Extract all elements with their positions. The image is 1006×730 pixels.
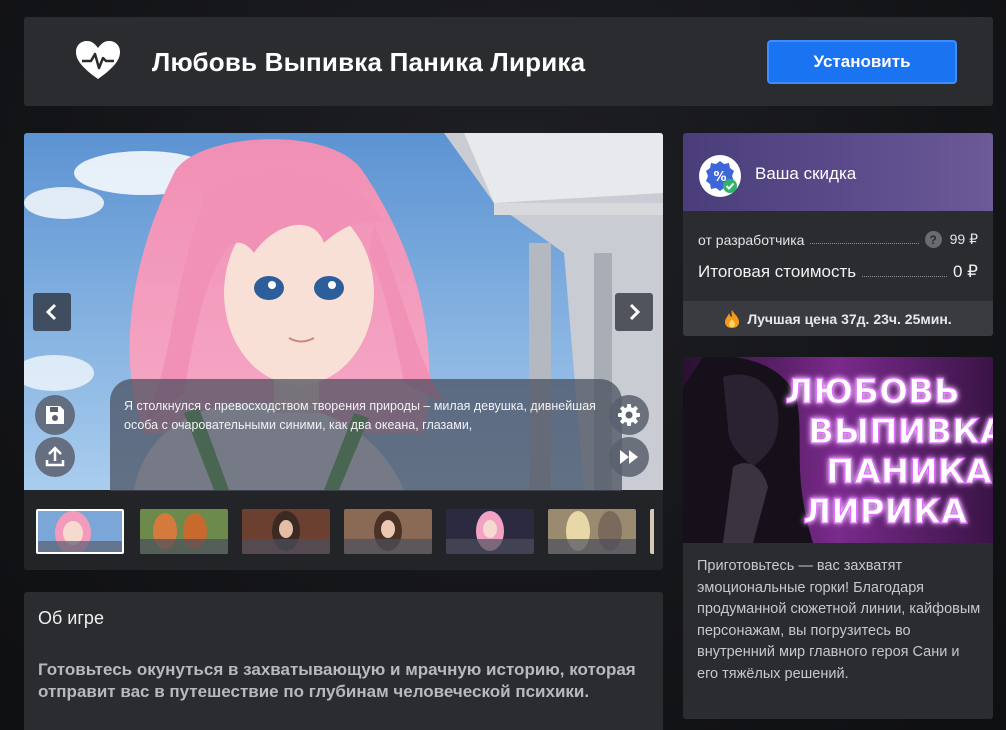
promo-card: ЛЮБОВЬ ВЫПИВКА ПАНИКА ЛИРИКА Приготовьте…	[683, 357, 993, 719]
dialog-text: Я столкнулся с превосходством творения п…	[124, 399, 596, 432]
chevron-left-icon	[45, 303, 57, 321]
discount-badge-icon: %	[698, 154, 742, 203]
thumbnail[interactable]	[548, 509, 636, 554]
promo-art-line: ВЫПИВКА	[808, 412, 993, 452]
thumbnail[interactable]	[140, 509, 228, 554]
save-button[interactable]	[35, 395, 75, 435]
thumbnail[interactable]	[36, 509, 124, 554]
page-title: Любовь Выпивка Паника Лирика	[152, 47, 586, 77]
discount-title: Ваша скидка	[755, 164, 857, 183]
about-title: Об игре	[38, 608, 104, 628]
thumbnail[interactable]	[650, 509, 654, 554]
upload-icon	[45, 446, 65, 467]
discount-panel: % Ваша скидка от разработчика ? 99 ₽ Ито…	[683, 133, 993, 336]
fire-icon	[724, 309, 740, 329]
total-price-row: Итоговая стоимость 0 ₽	[698, 262, 978, 282]
prev-screenshot-button[interactable]	[33, 293, 71, 331]
install-button[interactable]: Установить	[767, 40, 957, 84]
best-price-banner: Лучшая цена 37д. 23ч. 25мин.	[683, 301, 993, 336]
thumbnail[interactable]	[242, 509, 330, 554]
best-price-text: Лучшая цена 37д. 23ч. 25мин.	[747, 310, 952, 327]
settings-button[interactable]	[609, 395, 649, 435]
promo-artwork: ЛЮБОВЬ ВЫПИВКА ПАНИКА ЛИРИКА	[683, 357, 993, 543]
next-screenshot-button[interactable]	[615, 293, 653, 331]
promo-art-line: ЛЮБОВЬ	[785, 372, 960, 412]
promo-description: Приготовьтесь — вас захватят эмоциональн…	[697, 558, 981, 682]
thumbnail[interactable]	[446, 509, 534, 554]
thumbnail[interactable]	[344, 509, 432, 554]
dotted-leader	[810, 243, 919, 244]
total-price: 0 ₽	[953, 262, 978, 281]
save-icon	[46, 406, 64, 424]
thumbnail-strip	[36, 509, 654, 557]
upload-button[interactable]	[35, 437, 75, 477]
app-header: Любовь Выпивка Паника Лирика Установить	[24, 17, 993, 106]
dotted-leader	[862, 275, 947, 277]
about-text: Готовьтесь окунуться в захватывающую и м…	[38, 660, 636, 701]
gear-icon	[618, 404, 640, 426]
screenshot-gallery: Я столкнулся с превосходством творения п…	[24, 133, 663, 570]
chevron-right-icon	[629, 303, 641, 321]
developer-label: от разработчика	[698, 231, 805, 248]
help-icon[interactable]: ?	[924, 231, 942, 248]
promo-art-line: ПАНИКА	[826, 452, 992, 492]
heart-pulse-icon	[74, 39, 122, 83]
skip-button[interactable]	[609, 437, 649, 477]
developer-price: 99 ₽	[949, 231, 978, 247]
total-label: Итоговая стоимость	[698, 262, 857, 281]
fast-forward-icon	[620, 450, 638, 464]
promo-art-line: ЛИРИКА	[803, 492, 968, 532]
developer-price-row: от разработчика ? 99 ₽	[698, 231, 978, 248]
about-section: Об игре Готовьтесь окунуться в захватыва…	[24, 592, 663, 730]
dialog-box: Я столкнулся с превосходством творения п…	[110, 379, 622, 491]
